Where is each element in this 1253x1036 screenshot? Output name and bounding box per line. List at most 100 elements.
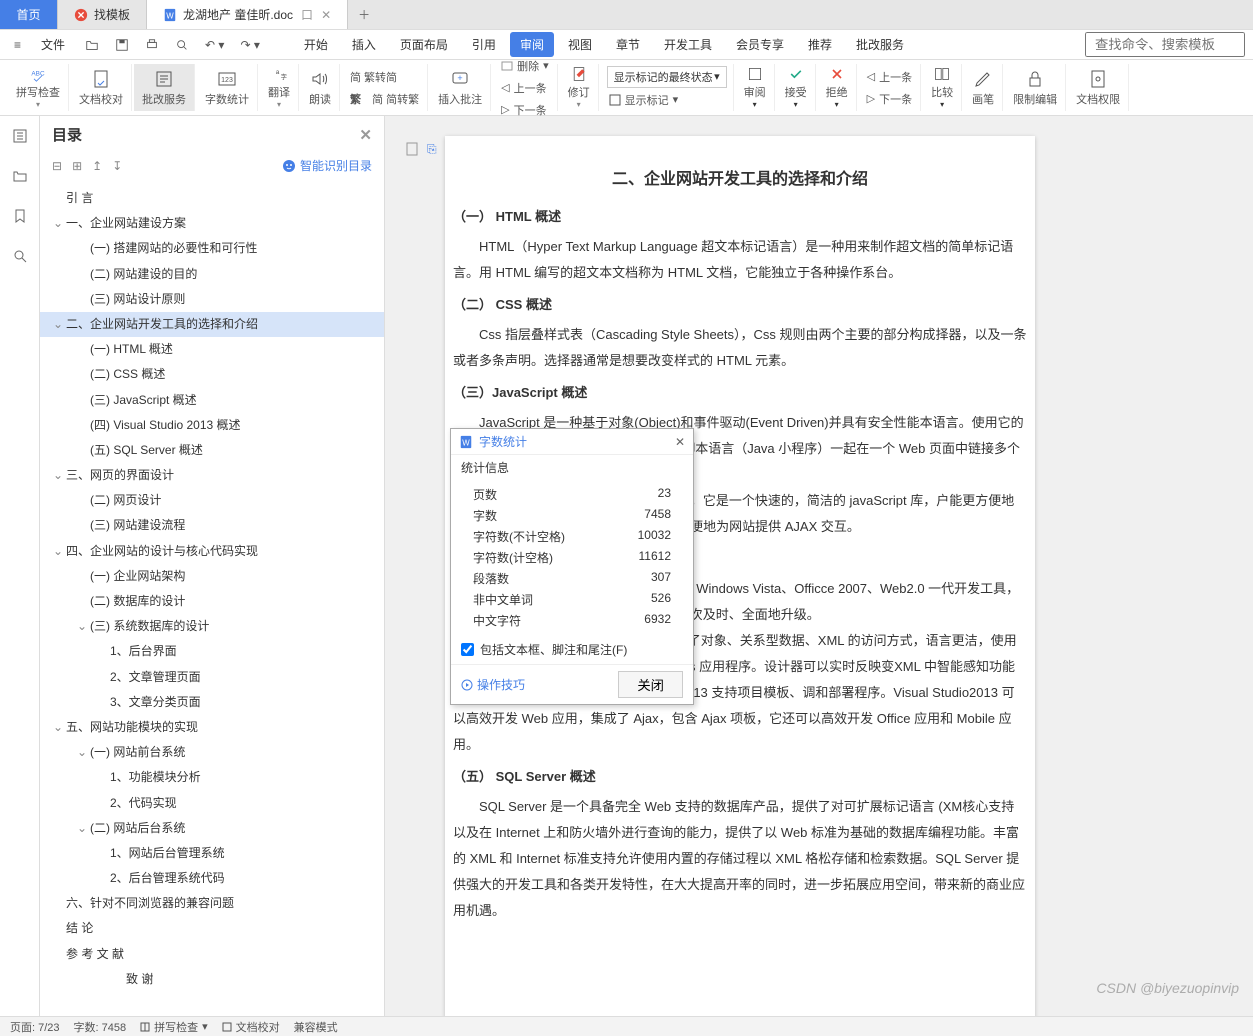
toc-item[interactable]: (三) 网站设计原则: [40, 287, 384, 312]
toc-item[interactable]: 1、网站后台管理系统: [40, 841, 384, 866]
search-input[interactable]: [1085, 32, 1245, 57]
toc-item[interactable]: (三) 网站建设流程: [40, 513, 384, 538]
toc-item[interactable]: 2、文章管理页面: [40, 665, 384, 690]
toc-expand-icon[interactable]: ⊞: [72, 159, 82, 173]
redo-icon[interactable]: ↷ ▾: [234, 34, 265, 56]
rewrite-button[interactable]: 批改服务: [134, 64, 195, 111]
chevron-down-icon[interactable]: ⌄: [76, 819, 88, 838]
menu-review[interactable]: 审阅: [510, 32, 554, 57]
toc-item[interactable]: ⌄一、企业网站建设方案: [40, 211, 384, 236]
menu-vip[interactable]: 会员专享: [726, 32, 794, 57]
toc-item[interactable]: 参 考 文 献: [40, 942, 384, 967]
toc-item[interactable]: 致 谢: [40, 967, 384, 992]
toc-item[interactable]: ⌄(一) 网站前台系统: [40, 740, 384, 765]
undo-icon[interactable]: ↶ ▾: [199, 34, 230, 56]
toc-item[interactable]: (二) 网页设计: [40, 488, 384, 513]
simp-to-trad[interactable]: 繁 简 简转繁: [348, 89, 421, 109]
pen-button[interactable]: 画笔: [964, 64, 1003, 111]
track-changes-button[interactable]: 修订▾: [560, 64, 599, 111]
prev-comment[interactable]: ◁ 上一条: [499, 78, 551, 98]
reject-button[interactable]: 拒绝▾: [818, 64, 857, 111]
toc-item[interactable]: ⌄三、网页的界面设计: [40, 463, 384, 488]
dialog-close-icon[interactable]: ✕: [675, 435, 685, 449]
toc-item[interactable]: 1、功能模块分析: [40, 765, 384, 790]
rail-find-icon[interactable]: [8, 244, 32, 268]
toc-item[interactable]: ⌄五、网站功能模块的实现: [40, 715, 384, 740]
file-menu[interactable]: 文件: [31, 32, 75, 57]
review-button[interactable]: 审阅▾: [736, 64, 775, 111]
menu-start[interactable]: 开始: [294, 32, 338, 57]
status-words[interactable]: 字数: 7458: [74, 1019, 127, 1035]
menu-layout[interactable]: 页面布局: [390, 32, 458, 57]
status-spell[interactable]: 拼写检查 ▾: [140, 1019, 208, 1035]
close-button[interactable]: 关闭: [618, 671, 683, 698]
menu-recommend[interactable]: 推荐: [798, 32, 842, 57]
chevron-down-icon[interactable]: ⌄: [52, 718, 64, 737]
toc-down-icon[interactable]: ↧: [112, 159, 122, 173]
menu-proofservice[interactable]: 批改服务: [846, 32, 914, 57]
preview-icon[interactable]: [169, 34, 195, 56]
toc-item[interactable]: 3、文章分类页面: [40, 690, 384, 715]
smart-toc-button[interactable]: 智能识别目录: [282, 157, 372, 174]
toc-item[interactable]: (一) HTML 概述: [40, 337, 384, 362]
rail-search-icon[interactable]: [8, 164, 32, 188]
toc-collapse-icon[interactable]: ⊟: [52, 159, 62, 173]
toc-item[interactable]: (二) 数据库的设计: [40, 589, 384, 614]
toc-item[interactable]: ⌄(二) 网站后台系统: [40, 816, 384, 841]
toc-item[interactable]: 1、后台界面: [40, 639, 384, 664]
toc-item[interactable]: 六、针对不同浏览器的兼容问题: [40, 891, 384, 916]
toc-list[interactable]: 引 言⌄一、企业网站建设方案(一) 搭建网站的必要性和可行性(二) 网站建设的目…: [40, 182, 384, 1016]
chevron-down-icon[interactable]: ⌄: [76, 617, 88, 636]
accept-button[interactable]: 接受▾: [777, 64, 816, 111]
menu-dev[interactable]: 开发工具: [654, 32, 722, 57]
status-proof[interactable]: 文档校对: [222, 1019, 280, 1035]
toc-item[interactable]: 引 言: [40, 186, 384, 211]
trad-to-simp[interactable]: 简 繁转简: [348, 67, 421, 87]
menu-section[interactable]: 章节: [606, 32, 650, 57]
tab-document[interactable]: W 龙湖地产 童佳昕.doc 口 ✕: [147, 0, 348, 29]
tab-templates[interactable]: 找模板: [58, 0, 147, 29]
toc-item[interactable]: 2、后台管理系统代码: [40, 866, 384, 891]
save-icon[interactable]: [109, 34, 135, 56]
next-change[interactable]: ▷ 下一条: [865, 89, 914, 109]
chevron-down-icon[interactable]: ⌄: [52, 466, 64, 485]
toc-item[interactable]: (一) 企业网站架构: [40, 564, 384, 589]
menu-view[interactable]: 视图: [558, 32, 602, 57]
add-tab-button[interactable]: ＋: [348, 0, 380, 29]
delete-comment[interactable]: 删除 ▾: [499, 56, 551, 76]
status-compat[interactable]: 兼容模式: [294, 1019, 338, 1035]
permission-button[interactable]: 文档权限: [1068, 64, 1129, 111]
tab-home[interactable]: 首页: [0, 0, 58, 29]
toc-item[interactable]: ⌄二、企业网站开发工具的选择和介绍: [40, 312, 384, 337]
readaloud-button[interactable]: 朗读: [301, 64, 340, 111]
open-icon[interactable]: [79, 34, 105, 56]
toc-item[interactable]: (二) CSS 概述: [40, 362, 384, 387]
toc-item[interactable]: 2、代码实现: [40, 791, 384, 816]
toc-item[interactable]: (四) Visual Studio 2013 概述: [40, 413, 384, 438]
spellcheck-button[interactable]: ABC拼写检查▾: [8, 64, 69, 111]
toc-close-icon[interactable]: ✕: [359, 126, 372, 144]
rail-bookmark-icon[interactable]: [8, 204, 32, 228]
track-display-dropdown[interactable]: 显示标记的最终状态▾: [607, 66, 727, 88]
wordcount-button[interactable]: 123字数统计: [197, 64, 258, 111]
print-icon[interactable]: [139, 34, 165, 56]
proof-button[interactable]: 文档校对: [71, 64, 132, 111]
toc-item[interactable]: ⌄四、企业网站的设计与核心代码实现: [40, 539, 384, 564]
chevron-down-icon[interactable]: ⌄: [52, 542, 64, 561]
toc-item[interactable]: (五) SQL Server 概述: [40, 438, 384, 463]
toc-item[interactable]: (二) 网站建设的目的: [40, 262, 384, 287]
chevron-down-icon[interactable]: ⌄: [52, 214, 64, 233]
prev-change[interactable]: ◁ 上一条: [865, 67, 914, 87]
menu-references[interactable]: 引用: [462, 32, 506, 57]
include-textbox-checkbox[interactable]: [461, 643, 474, 656]
menu-insert[interactable]: 插入: [342, 32, 386, 57]
chevron-down-icon[interactable]: ⌄: [52, 315, 64, 334]
insert-comment-button[interactable]: +插入批注: [430, 64, 491, 111]
toc-up-icon[interactable]: ↥: [92, 159, 102, 173]
page-anchor-icon[interactable]: ⎘: [427, 142, 437, 157]
tab-mode-icon[interactable]: 口: [301, 6, 313, 23]
close-icon[interactable]: ✕: [321, 8, 331, 22]
chevron-down-icon[interactable]: ⌄: [76, 743, 88, 762]
restrict-button[interactable]: 限制编辑: [1005, 64, 1066, 111]
toc-item[interactable]: ⌄(三) 系统数据库的设计: [40, 614, 384, 639]
